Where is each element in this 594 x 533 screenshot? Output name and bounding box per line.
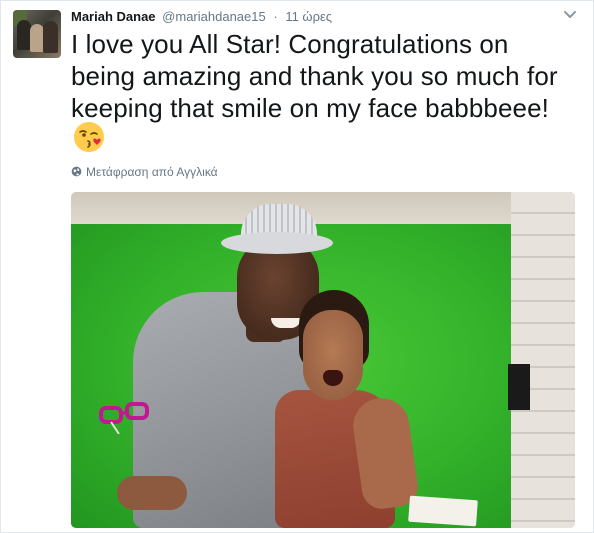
chevron-down-icon[interactable] [563, 9, 577, 21]
translate-label: Μετάφραση από Αγγλικά [86, 165, 218, 179]
translate-link[interactable]: Μετάφραση από Αγγλικά [71, 164, 218, 180]
timestamp[interactable]: 11 ώρες [285, 9, 332, 24]
photo-prop-glasses [99, 402, 149, 434]
author-name[interactable]: Mariah Danae [71, 9, 156, 24]
photo-doorway [508, 364, 530, 410]
tweet-header: Mariah Danae @mariahdanae15 · 11 ώρες [71, 8, 332, 26]
avatar-person [43, 21, 58, 53]
tweet-card: Mariah Danae @mariahdanae15 · 11 ώρες I … [0, 0, 594, 533]
kissing-face-emoji [74, 122, 104, 152]
tweet-text: I love you All Star! Congratulations on … [71, 29, 558, 123]
photo-woman-head [303, 310, 363, 400]
avatar-person [17, 20, 31, 50]
avatar-person [30, 24, 44, 52]
photo-card [408, 495, 478, 527]
photo-brick-wall [511, 192, 575, 528]
photo-hand [117, 476, 187, 510]
tweet-photo[interactable] [71, 192, 575, 528]
globe-icon [71, 166, 82, 177]
separator: · [273, 9, 278, 24]
avatar[interactable] [13, 10, 61, 58]
author-handle[interactable]: @mariahdanae15 [162, 9, 266, 24]
photo-hat-brim [221, 232, 333, 254]
